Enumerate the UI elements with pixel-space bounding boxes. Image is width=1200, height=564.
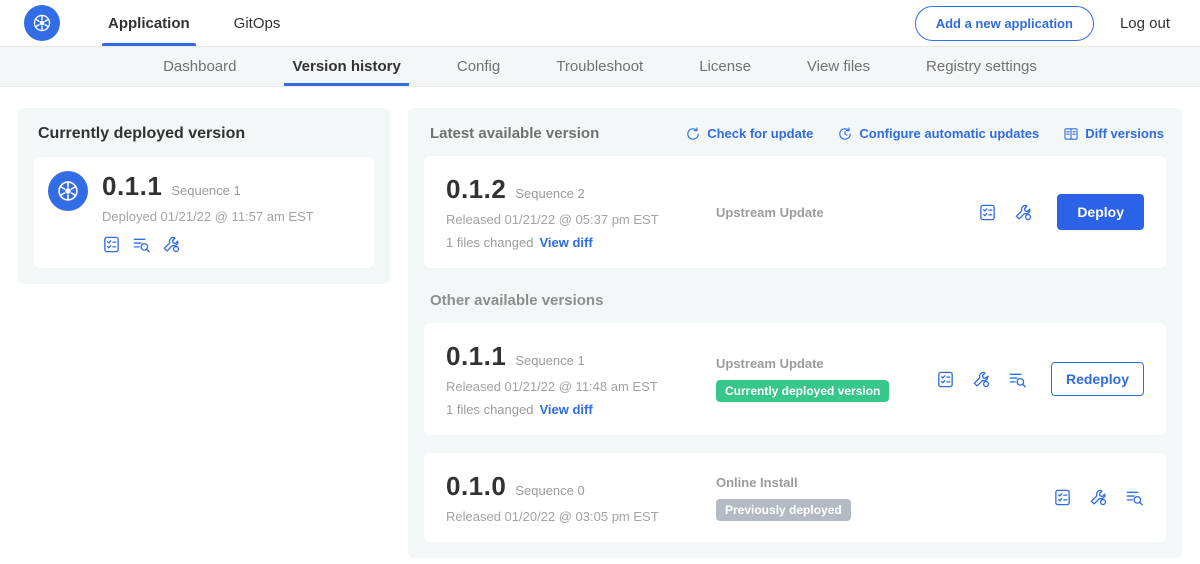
subtab-license[interactable]: License (671, 47, 779, 86)
version-info: 0.1.2 Sequence 2 Released 01/21/22 @ 05:… (446, 174, 714, 250)
files-changed-count: 1 files changed (446, 402, 533, 417)
subtab-troubleshoot[interactable]: Troubleshoot (528, 47, 671, 86)
version-number: 0.1.2 (446, 174, 506, 205)
version-source: Upstream Update Currently deployed versi… (714, 356, 936, 402)
auto-update-icon (837, 126, 853, 142)
deployed-version-card: 0.1.1 Sequence 1 Deployed 01/21/22 @ 11:… (34, 157, 374, 268)
header-actions: Add a new application Log out (915, 6, 1170, 41)
version-number: 0.1.1 (446, 341, 506, 372)
deploy-button[interactable]: Deploy (1057, 194, 1144, 230)
edit-config-icon[interactable] (1089, 488, 1108, 507)
app-icon (48, 171, 88, 211)
source-label: Upstream Update (716, 205, 978, 220)
release-notes-icon[interactable] (102, 235, 121, 254)
files-changed-count: 1 files changed (446, 235, 533, 250)
logout-link[interactable]: Log out (1120, 15, 1170, 32)
diff-icon[interactable] (132, 235, 151, 254)
available-versions-panel: Latest available version Check for updat… (408, 108, 1182, 558)
version-source: Upstream Update (714, 205, 978, 220)
diff-versions-icon (1063, 126, 1079, 142)
version-card-012: 0.1.2 Sequence 2 Released 01/21/22 @ 05:… (424, 156, 1166, 268)
kubernetes-wheel-icon (31, 12, 53, 34)
previously-deployed-badge: Previously deployed (716, 499, 851, 521)
subtab-dashboard[interactable]: Dashboard (135, 47, 264, 86)
kubernetes-logo-icon (24, 5, 60, 41)
edit-config-icon[interactable] (1014, 203, 1033, 222)
add-application-button[interactable]: Add a new application (915, 6, 1094, 41)
top-header: Application GitOps Add a new application… (0, 0, 1200, 47)
released-timestamp: Released 01/21/22 @ 05:37 pm EST (446, 212, 714, 227)
primary-nav: Application GitOps (86, 0, 302, 46)
tab-application[interactable]: Application (86, 0, 212, 46)
deployed-version-info: 0.1.1 Sequence 1 Deployed 01/21/22 @ 11:… (102, 171, 314, 254)
view-diff-link[interactable]: View diff (539, 402, 592, 417)
version-card-010: 0.1.0 Sequence 0 Released 01/20/22 @ 03:… (424, 453, 1166, 542)
diff-icon[interactable] (1125, 488, 1144, 507)
check-for-update-label: Check for update (707, 126, 813, 141)
release-notes-icon[interactable] (936, 370, 955, 389)
subtab-config[interactable]: Config (429, 47, 528, 86)
subtab-registry-settings[interactable]: Registry settings (898, 47, 1065, 86)
deployed-version-number: 0.1.1 (102, 171, 162, 202)
diff-versions-label: Diff versions (1085, 126, 1164, 141)
version-actions (1053, 488, 1144, 507)
configure-automatic-updates-link[interactable]: Configure automatic updates (837, 126, 1039, 142)
sequence-label: Sequence 1 (515, 353, 584, 368)
diff-icon[interactable] (1008, 370, 1027, 389)
version-actions: Redeploy (936, 362, 1144, 396)
files-changed: 1 files changed View diff (446, 235, 714, 250)
other-versions-title: Other available versions (430, 292, 1164, 309)
version-number: 0.1.0 (446, 471, 506, 502)
configure-automatic-updates-label: Configure automatic updates (859, 126, 1039, 141)
deployed-actions (102, 235, 314, 254)
source-label: Online Install (716, 475, 1053, 490)
currently-deployed-badge: Currently deployed version (716, 380, 889, 402)
deployed-sequence-label: Sequence 1 (171, 183, 240, 198)
version-info: 0.1.1 Sequence 1 Released 01/21/22 @ 11:… (446, 341, 714, 417)
latest-available-title: Latest available version (430, 125, 599, 142)
released-timestamp: Released 01/20/22 @ 03:05 pm EST (446, 509, 714, 524)
kubernetes-wheel-icon (55, 178, 81, 204)
latest-available-header: Latest available version Check for updat… (430, 125, 1164, 142)
app-subnav: Dashboard Version history Config Trouble… (0, 47, 1200, 87)
sequence-label: Sequence 0 (515, 483, 584, 498)
released-timestamp: Released 01/21/22 @ 11:48 am EST (446, 379, 714, 394)
version-info: 0.1.0 Sequence 0 Released 01/20/22 @ 03:… (446, 471, 714, 524)
main-content: Currently deployed version (0, 87, 1200, 558)
currently-deployed-title: Currently deployed version (38, 125, 374, 143)
currently-deployed-panel: Currently deployed version (18, 108, 390, 284)
edit-config-icon[interactable] (162, 235, 181, 254)
version-header-actions: Check for update Configure automatic upd… (685, 126, 1164, 142)
source-label: Upstream Update (716, 356, 936, 371)
deployed-timestamp: Deployed 01/21/22 @ 11:57 am EST (102, 209, 314, 224)
subtab-view-files[interactable]: View files (779, 47, 898, 86)
release-notes-icon[interactable] (978, 203, 997, 222)
refresh-icon (685, 126, 701, 142)
version-source: Online Install Previously deployed (714, 475, 1053, 521)
version-actions: Deploy (978, 194, 1144, 230)
subtab-version-history[interactable]: Version history (264, 47, 428, 86)
view-diff-link[interactable]: View diff (539, 235, 592, 250)
edit-config-icon[interactable] (972, 370, 991, 389)
redeploy-button[interactable]: Redeploy (1051, 362, 1144, 396)
version-card-011: 0.1.1 Sequence 1 Released 01/21/22 @ 11:… (424, 323, 1166, 435)
diff-versions-link[interactable]: Diff versions (1063, 126, 1164, 142)
tab-gitops[interactable]: GitOps (212, 0, 303, 46)
check-for-update-link[interactable]: Check for update (685, 126, 813, 142)
release-notes-icon[interactable] (1053, 488, 1072, 507)
sequence-label: Sequence 2 (515, 186, 584, 201)
files-changed: 1 files changed View diff (446, 402, 714, 417)
